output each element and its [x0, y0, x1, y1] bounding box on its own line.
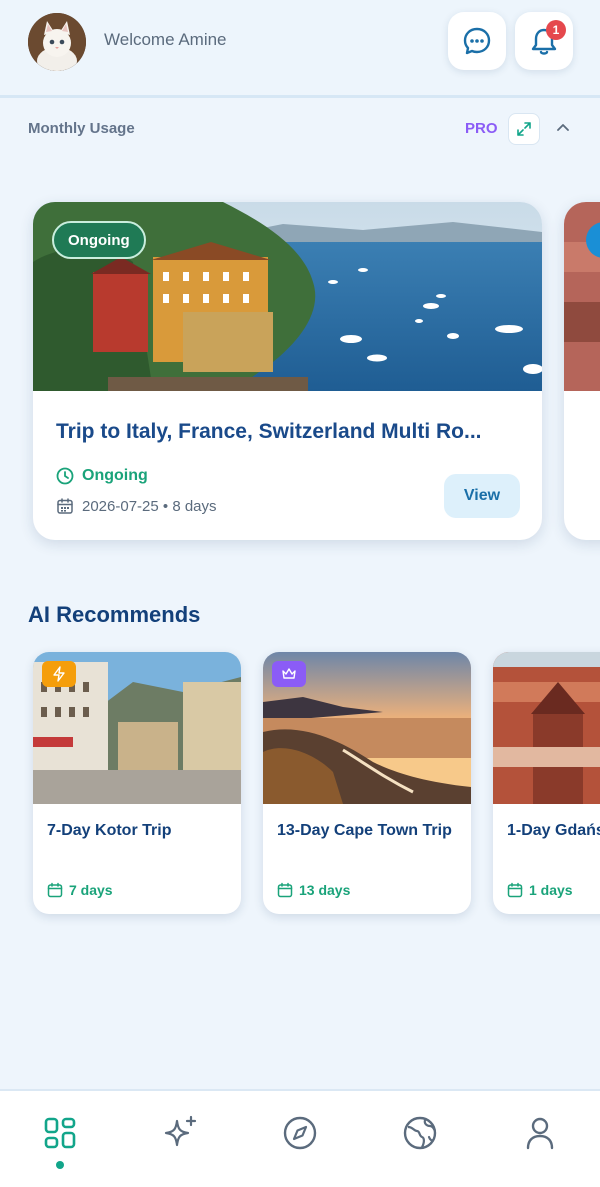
- active-tab-indicator: [56, 1161, 64, 1169]
- chat-icon: [463, 27, 491, 55]
- trip-date: 2026-07-25 • 8 days: [56, 497, 217, 515]
- crown-icon: [282, 668, 296, 679]
- expand-icon: [517, 122, 531, 136]
- recommendation-title: 13-Day Cape Town Trip: [277, 822, 452, 839]
- calendar-icon: [47, 882, 63, 898]
- trip-date-label: 2026-07-25 • 8 days: [82, 497, 217, 515]
- view-trip-button[interactable]: View: [444, 474, 520, 518]
- welcome-text: Welcome Amine: [104, 30, 227, 49]
- recommendation-days: 13 days: [299, 882, 351, 898]
- calendar-icon: [507, 882, 523, 898]
- compass-icon: [283, 1116, 317, 1150]
- nav-dashboard[interactable]: [40, 1113, 80, 1153]
- recommendation-duration: 13 days: [277, 882, 350, 898]
- ai-recommends-title: AI Recommends: [28, 602, 201, 627]
- recommendation-duration: 1 days: [507, 882, 573, 898]
- nav-profile[interactable]: [520, 1113, 560, 1153]
- chevron-up-icon: [557, 124, 569, 131]
- nav-explore[interactable]: [280, 1113, 320, 1153]
- trip-status-label: Ongoing: [82, 467, 148, 484]
- recommendation-card[interactable]: 13-Day Cape Town Trip 13 days: [263, 652, 471, 914]
- nav-ai[interactable]: [160, 1113, 200, 1153]
- globe-icon: [403, 1116, 437, 1150]
- trip-card[interactable]: Ongoing Trip to Italy, France, Switzerla…: [33, 202, 542, 540]
- lightning-icon: [53, 666, 65, 682]
- clock-icon: [56, 467, 74, 485]
- notifications-button[interactable]: 1: [515, 12, 573, 70]
- header: Welcome Amine 1: [0, 0, 600, 98]
- recommendation-title: 7-Day Kotor Trip: [47, 822, 172, 839]
- pro-plan-label: PRO: [465, 120, 498, 137]
- home-screen: Welcome Amine 1 Monthly Usage PRO Ongoin…: [0, 0, 600, 1187]
- trip-status-chip: Ongoing: [52, 221, 146, 259]
- recommendation-image: [493, 652, 600, 804]
- trip-status: Ongoing: [56, 467, 148, 485]
- lightning-badge: [42, 661, 76, 687]
- sparkles-icon: [164, 1115, 197, 1147]
- nav-world[interactable]: [400, 1113, 440, 1153]
- recommendation-days: 7 days: [69, 882, 113, 898]
- notification-count-badge: 1: [546, 20, 566, 40]
- recommendation-card[interactable]: 7-Day Kotor Trip 7 days: [33, 652, 241, 914]
- monthly-usage-label: Monthly Usage: [28, 120, 135, 137]
- recommendation-title: 1-Day Gdańsk Trip: [507, 822, 600, 839]
- calendar-icon: [277, 882, 293, 898]
- dashboard-icon: [44, 1117, 76, 1149]
- trip-cover-image-next: [564, 202, 600, 391]
- avatar[interactable]: [28, 13, 86, 71]
- chat-button[interactable]: [448, 12, 506, 70]
- crown-badge: [272, 661, 306, 687]
- recommendation-card[interactable]: 1-Day Gdańsk Trip 1 days: [493, 652, 600, 914]
- collapse-usage-button[interactable]: [549, 114, 577, 142]
- expand-usage-button[interactable]: [508, 113, 540, 145]
- bottom-navigation: [0, 1089, 600, 1187]
- calendar-icon: [57, 498, 73, 514]
- profile-icon: [526, 1117, 554, 1150]
- recommendation-duration: 7 days: [47, 882, 113, 898]
- trip-title: Trip to Italy, France, Switzerland Multi…: [56, 420, 482, 443]
- trip-card-next[interactable]: [564, 202, 600, 540]
- recommendation-days: 1 days: [529, 882, 573, 898]
